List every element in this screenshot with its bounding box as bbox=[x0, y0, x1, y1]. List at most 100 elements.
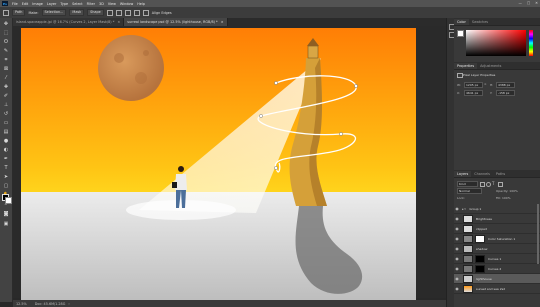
status-bar: 12.5% Doc: 45.6M/1.28G › bbox=[13, 300, 446, 307]
align-edges-checkbox[interactable] bbox=[142, 9, 149, 16]
clone-stamp-tool-icon[interactable]: ⊥ bbox=[3, 102, 9, 108]
brush-tool-icon[interactable]: ✐ bbox=[3, 93, 9, 99]
path-alignment-icon[interactable] bbox=[115, 9, 122, 16]
tab-island-doc[interactable]: island-spaceapple-jpi @ 16.7% (Curves 2,… bbox=[13, 18, 125, 26]
menu-item-3d[interactable]: 3D bbox=[99, 2, 104, 6]
path-anchor-point bbox=[274, 81, 278, 85]
type-tool-icon[interactable]: T bbox=[3, 165, 9, 171]
screen-mode-icon[interactable]: ▣ bbox=[3, 221, 9, 227]
path-operations-icon[interactable] bbox=[106, 9, 113, 16]
visibility-eye-icon[interactable]: ◉ bbox=[454, 276, 460, 281]
link-dimensions-icon[interactable]: ∞ bbox=[484, 82, 487, 86]
x-position-field[interactable]: 4641 px bbox=[464, 90, 483, 96]
layer-row[interactable]: ◉ ▸▭ Group 1 bbox=[454, 204, 540, 214]
layer-row-selected[interactable]: ◉ lighthouse bbox=[454, 274, 540, 284]
filter-adjustment-icon[interactable] bbox=[486, 182, 491, 187]
eraser-tool-icon[interactable]: ▭ bbox=[3, 120, 9, 126]
layer-row[interactable]: ◉ Color Saturation 1 bbox=[454, 234, 540, 244]
tab-layers[interactable]: Layers bbox=[454, 171, 472, 177]
tab-color[interactable]: Color bbox=[454, 19, 469, 25]
layer-row[interactable]: ◉ shadow bbox=[454, 244, 540, 254]
menu-item-select[interactable]: Select bbox=[72, 2, 82, 6]
path-arrangement-icon[interactable] bbox=[124, 9, 131, 16]
layer-kind-filter[interactable]: Kind bbox=[457, 181, 478, 187]
visibility-eye-icon[interactable]: ◉ bbox=[454, 206, 460, 211]
layer-row[interactable]: ◉ Brightness bbox=[454, 214, 540, 224]
filter-type-icon[interactable]: T bbox=[492, 181, 494, 186]
close-tab-icon[interactable]: × bbox=[117, 20, 120, 24]
gear-icon[interactable] bbox=[133, 9, 140, 16]
height-label: H: bbox=[490, 83, 494, 87]
background-color-swatch[interactable] bbox=[5, 197, 12, 204]
layer-row[interactable]: ◉ Curves 2 bbox=[454, 264, 540, 274]
filter-shape-icon[interactable] bbox=[498, 182, 503, 187]
tab-properties[interactable]: Properties bbox=[454, 63, 478, 69]
make-shape-button[interactable]: Shape bbox=[87, 9, 104, 16]
tab-channels[interactable]: Channels bbox=[471, 171, 493, 177]
minimize-button[interactable]: — bbox=[519, 1, 522, 5]
fill-control[interactable]: Fill: 100% bbox=[496, 196, 511, 200]
tab-adjustments[interactable]: Adjustments bbox=[477, 63, 504, 69]
width-field[interactable]: 1205 px bbox=[464, 82, 483, 88]
layer-name: Brightness bbox=[476, 216, 492, 221]
tab-swatches[interactable]: Swatches bbox=[469, 19, 491, 25]
menu-item-type[interactable]: Type bbox=[60, 2, 68, 6]
opacity-control[interactable]: Opacity: 100% bbox=[496, 189, 518, 193]
menu-item-image[interactable]: Image bbox=[32, 2, 43, 6]
hue-slider[interactable] bbox=[529, 30, 533, 56]
menu-item-edit[interactable]: Edit bbox=[22, 2, 29, 6]
menu-item-file[interactable]: File bbox=[12, 2, 18, 6]
quick-mask-icon[interactable]: ◙ bbox=[3, 211, 9, 217]
document-canvas[interactable] bbox=[21, 28, 416, 302]
marquee-tool-icon[interactable]: ⬚ bbox=[3, 30, 9, 36]
menu-item-filter[interactable]: Filter bbox=[87, 2, 95, 6]
menu-item-help[interactable]: Help bbox=[137, 2, 145, 6]
close-tab-icon[interactable]: × bbox=[221, 20, 224, 24]
lasso-tool-icon[interactable]: ʘ bbox=[3, 39, 9, 45]
menu-item-layer[interactable]: Layer bbox=[47, 2, 56, 6]
filter-pixel-icon[interactable] bbox=[480, 182, 485, 187]
close-window-button[interactable]: ✕ bbox=[535, 1, 538, 5]
pen-tool-icon[interactable]: ✒ bbox=[3, 156, 9, 162]
path-selection-tool-icon[interactable]: ➤ bbox=[3, 174, 9, 180]
gradient-tool-icon[interactable]: ▤ bbox=[3, 129, 9, 135]
make-mask-button[interactable]: Mask bbox=[69, 9, 85, 16]
blur-tool-icon[interactable]: ● bbox=[3, 138, 9, 144]
visibility-eye-icon[interactable]: ◉ bbox=[454, 246, 460, 251]
layers-scrollbar[interactable] bbox=[537, 204, 539, 264]
layer-row[interactable]: ◉ clipped bbox=[454, 224, 540, 234]
blend-mode-select[interactable]: Normal bbox=[457, 188, 482, 194]
chevron-right-icon[interactable]: › bbox=[68, 302, 69, 306]
tab-paths[interactable]: Paths bbox=[493, 171, 508, 177]
layer-row[interactable]: ◉ sunset and sea 2sd bbox=[454, 284, 540, 294]
rectangle-tool-icon[interactable]: ▢ bbox=[3, 183, 9, 189]
frame-tool-icon[interactable]: ⊠ bbox=[3, 66, 9, 72]
tab-surreal-landscape[interactable]: surreal landscape psd @ 12.5% (lighthous… bbox=[124, 18, 228, 26]
height-field[interactable]: 4388 px bbox=[496, 82, 515, 88]
zoom-level[interactable]: 12.5% bbox=[16, 302, 27, 306]
foreground-swatch[interactable] bbox=[457, 30, 464, 37]
visibility-eye-icon[interactable]: ◉ bbox=[454, 266, 460, 271]
menu-item-view[interactable]: View bbox=[108, 2, 116, 6]
path-mode-select[interactable]: Path bbox=[12, 9, 26, 16]
pen-tool-icon[interactable] bbox=[3, 9, 9, 16]
healing-brush-tool-icon[interactable]: ✚ bbox=[3, 84, 9, 90]
y-position-field[interactable]: -158 px bbox=[496, 90, 515, 96]
eyedropper-tool-icon[interactable]: ⁄ bbox=[3, 75, 9, 81]
make-selection-button[interactable]: Selection... bbox=[41, 9, 67, 16]
visibility-eye-icon[interactable]: ◉ bbox=[454, 286, 460, 291]
layer-row[interactable]: ◉ Curves 1 bbox=[454, 254, 540, 264]
visibility-eye-icon[interactable]: ◉ bbox=[454, 216, 460, 221]
move-tool-icon[interactable]: ✥ bbox=[3, 21, 9, 27]
color-picker-field[interactable] bbox=[466, 30, 526, 56]
dodge-tool-icon[interactable]: ◐ bbox=[3, 147, 9, 153]
crop-tool-icon[interactable]: ⌗ bbox=[3, 57, 9, 63]
visibility-eye-icon[interactable]: ◉ bbox=[454, 236, 460, 241]
visibility-eye-icon[interactable]: ◉ bbox=[454, 226, 460, 231]
history-brush-tool-icon[interactable]: ↺ bbox=[3, 111, 9, 117]
adjustment-thumbnail bbox=[463, 234, 473, 243]
menu-item-window[interactable]: Window bbox=[120, 2, 133, 6]
maximize-button[interactable]: □ bbox=[527, 1, 530, 5]
quick-select-tool-icon[interactable]: ✎ bbox=[3, 48, 9, 54]
visibility-eye-icon[interactable]: ◉ bbox=[454, 256, 460, 261]
